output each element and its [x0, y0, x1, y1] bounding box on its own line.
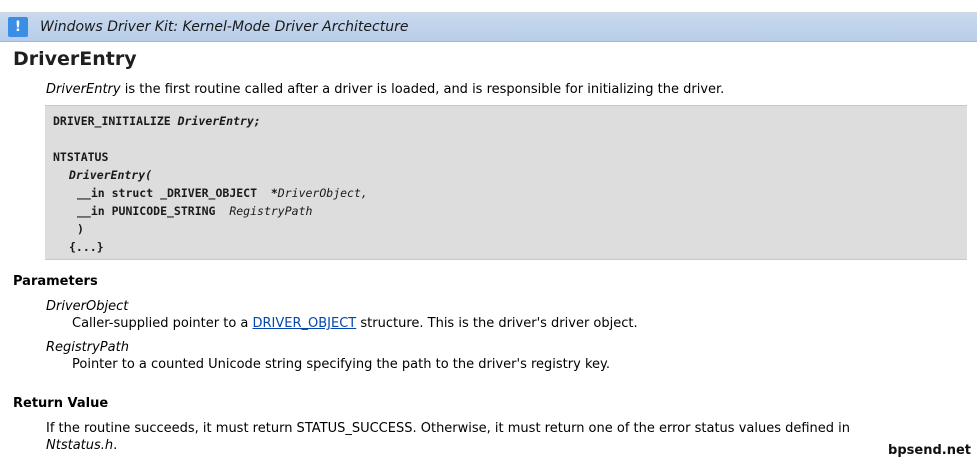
banner-title: Windows Driver Kit: Kernel-Mode Driver A…	[40, 19, 409, 35]
param-description: Pointer to a counted Unicode string spec…	[72, 357, 610, 372]
watermark: bpsend.net	[888, 443, 971, 458]
driver-object-link[interactable]: DRIVER_OBJECT	[253, 316, 357, 331]
code-token: __in struct _DRIVER_OBJECT *	[77, 186, 278, 200]
param-name: RegistryPath	[46, 340, 129, 355]
code-line: NTSTATUS	[53, 150, 109, 164]
code-line: __in struct _DRIVER_OBJECT *DriverObject…	[77, 186, 368, 200]
param-name: DriverObject	[46, 299, 129, 314]
code-line: {...}	[69, 240, 104, 254]
code-token: __in PUNICODE_STRING	[77, 204, 230, 218]
code-line: DriverEntry(	[69, 168, 153, 182]
return-value-text: If the routine succeeds, it must return …	[46, 421, 851, 436]
code-token: DRIVER_INITIALIZE	[53, 114, 178, 128]
return-value-punct: .	[113, 438, 118, 453]
param-description: Caller-supplied pointer to a DRIVER_OBJE…	[72, 316, 638, 331]
window-top-strip	[0, 0, 977, 13]
doc-banner: ! Windows Driver Kit: Kernel-Mode Driver…	[0, 13, 977, 42]
return-value-heading: Return Value	[13, 396, 109, 411]
header-file-name: Ntstatus.h	[46, 438, 114, 453]
intro-paragraph: DriverEntry is the first routine called …	[46, 82, 724, 97]
parameters-heading: Parameters	[13, 274, 98, 289]
exclamation-icon: !	[8, 17, 28, 37]
code-line: __in PUNICODE_STRING RegistryPath	[77, 204, 312, 218]
code-token: DriverEntry;	[177, 114, 261, 128]
page-title: DriverEntry	[13, 48, 137, 70]
param-desc-text: Caller-supplied pointer to a	[72, 316, 253, 331]
code-line: )	[77, 222, 84, 236]
param-desc-text: structure. This is the driver's driver o…	[356, 316, 638, 331]
return-value-text-2: Ntstatus.h.	[46, 438, 117, 453]
syntax-code-block: DRIVER_INITIALIZE DriverEntry; NTSTATUS …	[45, 105, 967, 260]
code-line: DRIVER_INITIALIZE DriverEntry;	[53, 114, 261, 128]
code-token: RegistryPath	[229, 204, 313, 218]
intro-routine-name: DriverEntry	[46, 82, 121, 97]
code-token: DriverObject,	[277, 186, 368, 200]
intro-text: is the first routine called after a driv…	[120, 82, 725, 97]
